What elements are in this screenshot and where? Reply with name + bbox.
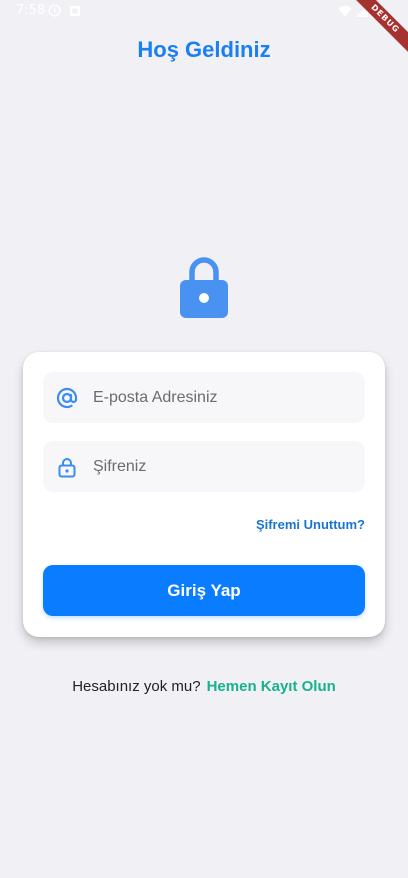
page-title: Hoş Geldiniz [137, 37, 271, 62]
password-input[interactable] [91, 456, 345, 477]
forgot-password-link[interactable]: Şifremi Unuttum? [256, 517, 365, 532]
login-card: Şifremi Unuttum? Giriş Yap [23, 352, 385, 637]
signup-row: Hesabınız yok mu? Hemen Kayıt Olun [0, 678, 408, 695]
notification-icon [69, 5, 81, 20]
signup-link[interactable]: Hemen Kayıt Olun [207, 678, 336, 695]
email-input[interactable] [91, 387, 345, 408]
login-button[interactable]: Giriş Yap [43, 565, 365, 616]
password-field[interactable] [43, 441, 365, 492]
lock-icon [180, 256, 228, 318]
status-time: 7:58 [16, 3, 46, 18]
status-bar: 7:58 [0, 0, 408, 24]
signup-prompt: Hesabınız yok mu? [72, 678, 201, 695]
lock-icon [56, 456, 78, 478]
email-field[interactable] [43, 372, 365, 423]
at-sign-icon [56, 387, 78, 409]
status-left-icons [48, 4, 81, 20]
alarm-icon [48, 4, 61, 20]
